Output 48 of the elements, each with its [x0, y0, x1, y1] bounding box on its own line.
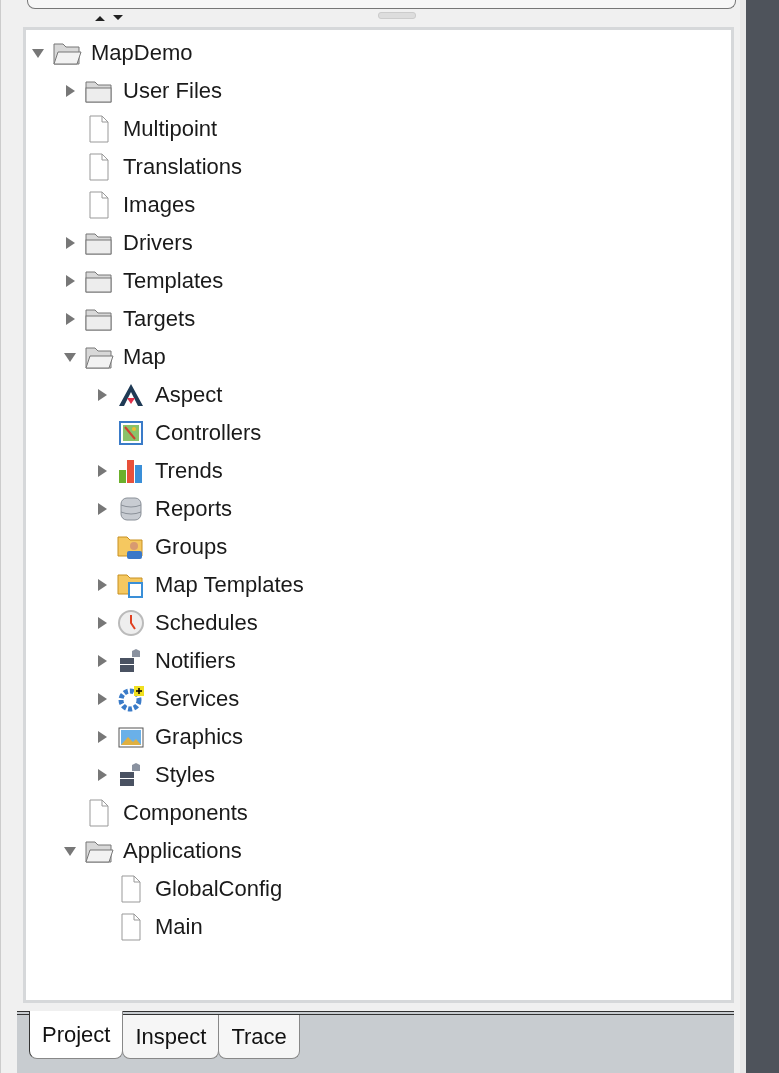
- tree-item[interactable]: Main: [96, 908, 731, 946]
- gear-icon: [116, 684, 146, 714]
- tab[interactable]: Trace: [218, 1015, 300, 1059]
- tree-item[interactable]: User Files: [64, 72, 731, 110]
- expand-arrow-icon[interactable]: [64, 313, 76, 325]
- tree-item[interactable]: Multipoint: [64, 110, 731, 148]
- tree-item[interactable]: Translations: [64, 148, 731, 186]
- tree-item[interactable]: MapDemo: [32, 34, 731, 72]
- tree-item[interactable]: Notifiers: [96, 642, 731, 680]
- tree-item[interactable]: Aspect: [96, 376, 731, 414]
- tree-item[interactable]: Map Templates: [96, 566, 731, 604]
- expand-arrow-icon[interactable]: [96, 655, 108, 667]
- expand-arrow-icon[interactable]: [96, 465, 108, 477]
- expand-arrow-icon[interactable]: [96, 503, 108, 515]
- expand-arrow-icon[interactable]: [64, 85, 76, 97]
- tree-item[interactable]: GlobalConfig: [96, 870, 731, 908]
- expand-arrow-icon[interactable]: [96, 579, 108, 591]
- collapse-arrow-icon[interactable]: [64, 351, 76, 363]
- tree-item[interactable]: Trends: [96, 452, 731, 490]
- tree-item[interactable]: Services: [96, 680, 731, 718]
- tree-item[interactable]: Schedules: [96, 604, 731, 642]
- tree-item[interactable]: Images: [64, 186, 731, 224]
- expand-arrow-icon[interactable]: [96, 389, 108, 401]
- collapse-arrow-icon[interactable]: [64, 845, 76, 857]
- tree-item[interactable]: Components: [64, 794, 731, 832]
- tree-item[interactable]: Templates: [64, 262, 731, 300]
- expand-arrow-icon[interactable]: [96, 769, 108, 781]
- map-icon: [116, 418, 146, 448]
- expand-arrow-icon[interactable]: [64, 275, 76, 287]
- expand-arrow-icon[interactable]: [64, 237, 76, 249]
- expand-arrow-icon[interactable]: [96, 731, 108, 743]
- splitter-grip[interactable]: [378, 12, 416, 19]
- tree-item[interactable]: Reports: [96, 490, 731, 528]
- tree-item[interactable]: Groups: [96, 528, 731, 566]
- collapse-arrow-icon[interactable]: [32, 47, 44, 59]
- clock-icon: [116, 608, 146, 638]
- tree-item[interactable]: Graphics: [96, 718, 731, 756]
- expand-arrow-icon[interactable]: [96, 617, 108, 629]
- tree-item[interactable]: Targets: [64, 300, 731, 338]
- tree-item[interactable]: Controllers: [96, 414, 731, 452]
- expand-arrow-icon[interactable]: [96, 693, 108, 705]
- tab[interactable]: Inspect: [122, 1015, 220, 1059]
- tree-item[interactable]: Applications: [64, 832, 731, 870]
- tree-item[interactable]: Map: [64, 338, 731, 376]
- tree-item[interactable]: Styles: [96, 756, 731, 794]
- tree-item[interactable]: Drivers: [64, 224, 731, 262]
- tab[interactable]: Project: [29, 1011, 124, 1059]
- splitter-arrows-icon[interactable]: [93, 14, 125, 22]
